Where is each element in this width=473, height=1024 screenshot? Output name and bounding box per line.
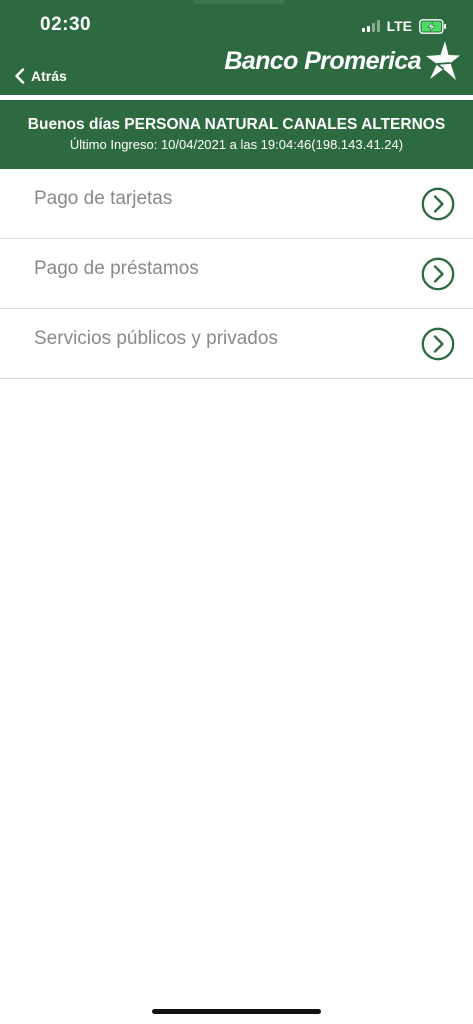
chevron-circle-right-icon[interactable] bbox=[421, 327, 455, 361]
brand-name: Banco Promerica bbox=[224, 46, 421, 75]
battery-charging-icon bbox=[419, 18, 447, 34]
back-button[interactable]: Atrás bbox=[14, 68, 67, 84]
chevron-circle-right-icon[interactable] bbox=[421, 187, 455, 221]
menu-item-servicios[interactable]: Servicios públicos y privados bbox=[0, 309, 473, 379]
greeting-banner: Buenos días PERSONA NATURAL CANALES ALTE… bbox=[0, 100, 473, 169]
menu-item-label: Servicios públicos y privados bbox=[34, 328, 278, 349]
last-login-text: Último Ingreso: 10/04/2021 a las 19:04:4… bbox=[69, 137, 404, 152]
signal-icon bbox=[361, 20, 380, 32]
menu-item-pago-prestamos[interactable]: Pago de préstamos bbox=[0, 239, 473, 309]
menu-item-label: Pago de préstamos bbox=[34, 258, 199, 279]
payments-menu: Pago de tarjetas Pago de préstamos Servi… bbox=[0, 169, 473, 379]
app-header: 02:30 LTE Atrás Banco Promerica bbox=[0, 0, 473, 95]
network-type: LTE bbox=[386, 18, 412, 34]
back-label: Atrás bbox=[31, 68, 67, 84]
screen: 02:30 LTE Atrás Banco Promerica Buenos d… bbox=[0, 0, 473, 1024]
brand-logo: Banco Promerica bbox=[224, 40, 461, 82]
menu-item-pago-tarjetas[interactable]: Pago de tarjetas bbox=[0, 169, 473, 239]
status-time: 02:30 bbox=[40, 14, 92, 35]
status-icons: LTE bbox=[361, 17, 447, 35]
star-logo-icon bbox=[426, 41, 460, 80]
greeting-title: Buenos días PERSONA NATURAL CANALES ALTE… bbox=[27, 116, 446, 133]
chevron-circle-right-icon[interactable] bbox=[421, 257, 455, 291]
notch bbox=[193, 0, 285, 4]
menu-item-label: Pago de tarjetas bbox=[34, 188, 173, 209]
chevron-left-icon bbox=[15, 68, 25, 84]
home-indicator[interactable] bbox=[152, 1009, 321, 1014]
